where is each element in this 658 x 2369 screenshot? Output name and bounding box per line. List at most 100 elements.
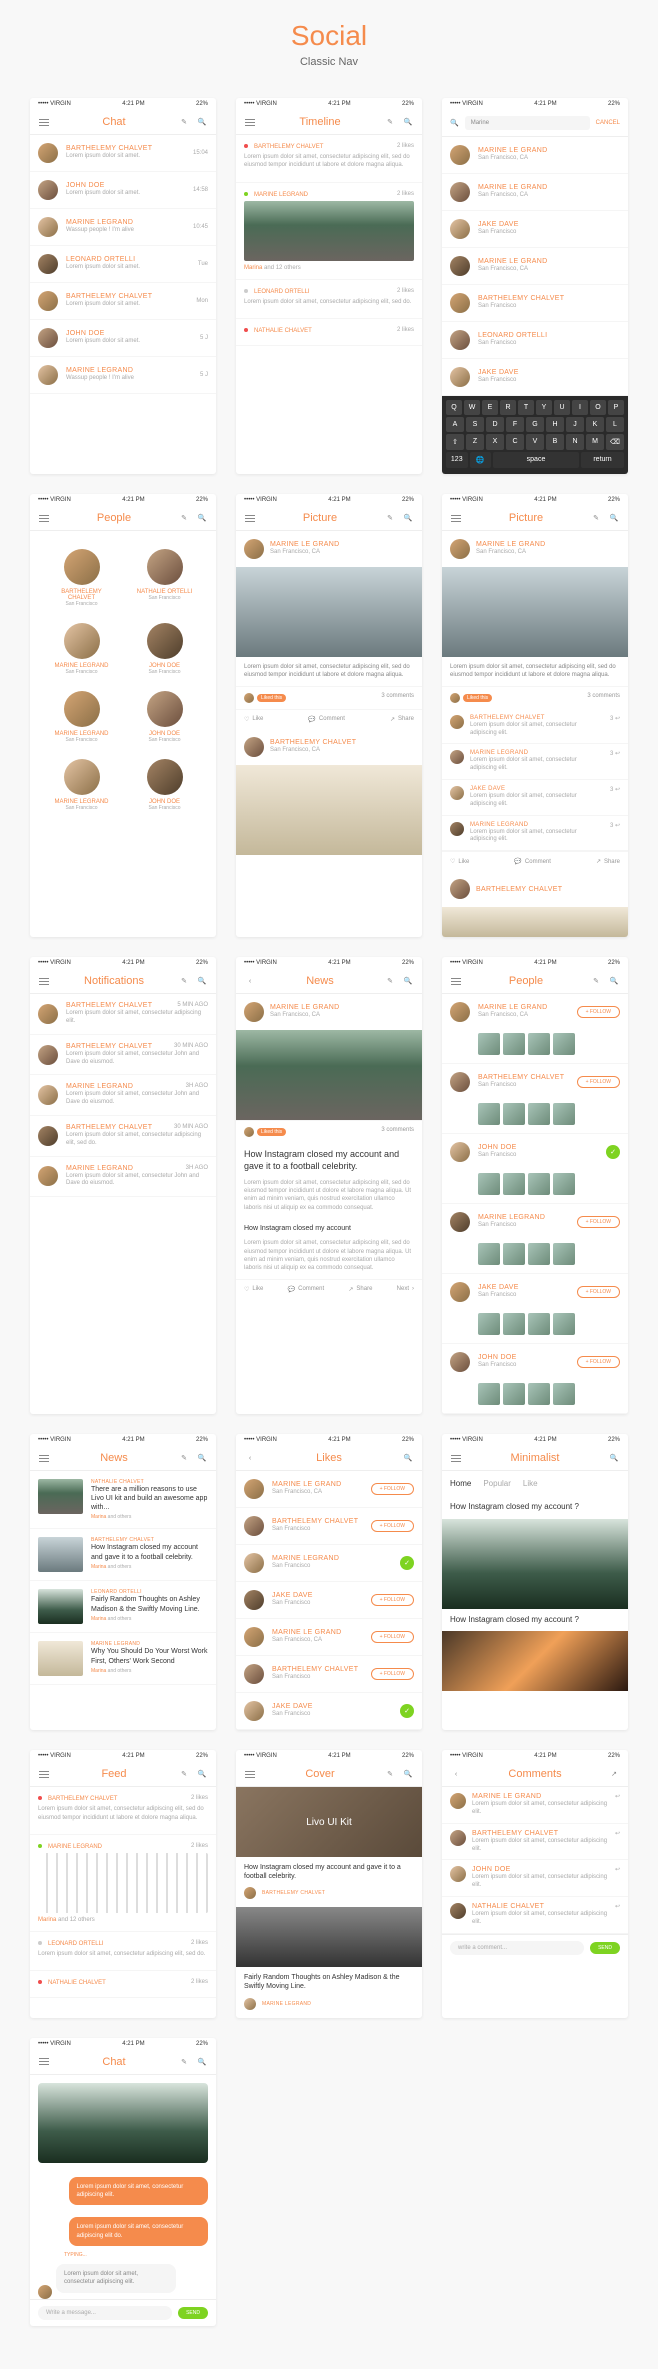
user-name[interactable]: LEONARD ORTELLI xyxy=(254,289,310,295)
avatar[interactable] xyxy=(64,759,100,795)
notification-row[interactable]: BARTHELEMY CHALVET30 MIN AGOLorem ipsum … xyxy=(30,1116,216,1157)
back-icon[interactable]: ‹ xyxy=(244,1452,256,1464)
avatar[interactable] xyxy=(38,143,58,163)
news-thumbnail[interactable] xyxy=(38,1479,83,1514)
user-name[interactable]: MARINE LE GRAND xyxy=(478,1004,569,1011)
share-button[interactable]: ↗ Share xyxy=(596,858,620,865)
article-title[interactable]: How Instagram closed my account and gave… xyxy=(236,1857,422,1887)
follow-button[interactable]: + FOLLOW xyxy=(371,1483,414,1495)
menu-icon[interactable] xyxy=(450,1452,462,1464)
post-image[interactable] xyxy=(442,1519,628,1609)
avatar[interactable] xyxy=(38,180,58,200)
chat-row[interactable]: MARINE LEGRANDWassup people ! I'm alive … xyxy=(30,357,216,394)
thumbnail[interactable] xyxy=(503,1173,525,1195)
news-row[interactable]: NATHALIE CHALVET There are a million rea… xyxy=(30,1471,216,1529)
kb-key[interactable]: Z xyxy=(466,434,484,450)
share-button[interactable]: ↗ Share xyxy=(390,716,414,723)
user-name[interactable]: JOHN DOE xyxy=(478,1354,569,1361)
thumbnail[interactable] xyxy=(528,1033,550,1055)
avatar[interactable] xyxy=(244,1590,264,1610)
user-name[interactable]: BARTHELEMY CHALVET xyxy=(470,715,604,721)
thumbnail[interactable] xyxy=(528,1243,550,1265)
thumbnail[interactable] xyxy=(478,1173,500,1195)
user-name[interactable]: JOHN DOE xyxy=(478,1144,598,1151)
search-result-row[interactable]: BARTHELEMY CHALVETSan Francisco xyxy=(442,285,628,322)
avatar[interactable] xyxy=(450,1142,470,1162)
user-name[interactable]: MARINE LE GRAND xyxy=(270,541,339,548)
compose-icon[interactable]: ✎ xyxy=(178,512,190,524)
search-icon[interactable]: 🔍 xyxy=(402,1452,414,1464)
user-name[interactable]: NATHALIE CHALVET xyxy=(472,1903,609,1910)
kb-key[interactable]: X xyxy=(486,434,504,450)
avatar[interactable] xyxy=(450,1830,466,1846)
follow-button[interactable]: + FOLLOW xyxy=(577,1076,620,1088)
menu-icon[interactable] xyxy=(38,1768,50,1780)
user-name[interactable]: MARINE LEGRAND xyxy=(272,1555,392,1562)
avatar[interactable] xyxy=(450,145,470,165)
user-name[interactable]: NATHALIE CHALVET xyxy=(48,1980,106,1986)
kb-key[interactable]: Q xyxy=(446,400,462,415)
comments-count[interactable]: 3 comments xyxy=(587,693,620,703)
thumbnail[interactable] xyxy=(478,1243,500,1265)
follow-button[interactable]: + FOLLOW xyxy=(371,1631,414,1643)
avatar[interactable] xyxy=(450,1903,466,1919)
cancel-button[interactable]: CANCEL xyxy=(596,120,620,126)
author-name[interactable]: MARINE LEGRAND xyxy=(262,2001,311,2007)
avatar[interactable] xyxy=(450,786,464,800)
people-card[interactable]: JOHN DOE San Francisco xyxy=(123,683,206,751)
avatar[interactable] xyxy=(450,293,470,313)
search-result-row[interactable]: MARINE LE GRANDSan Francisco, CA xyxy=(442,174,628,211)
kb-key[interactable]: D xyxy=(486,417,504,432)
avatar[interactable] xyxy=(147,549,183,585)
comments-count[interactable]: 3 comments xyxy=(381,693,414,703)
like-button[interactable]: ♡ Like xyxy=(450,858,469,865)
avatar[interactable] xyxy=(244,737,264,757)
user-name[interactable]: BARTHELEMY CHALVET xyxy=(472,1830,609,1837)
chat-row[interactable]: BARTHELEMY CHALVETLorem ipsum dolor sit … xyxy=(30,283,216,320)
avatar[interactable] xyxy=(147,759,183,795)
compose-icon[interactable]: ✎ xyxy=(178,1768,190,1780)
menu-icon[interactable] xyxy=(244,1768,256,1780)
reply-count[interactable]: 3 ↩ xyxy=(610,715,620,738)
thumbnail[interactable] xyxy=(528,1313,550,1335)
thumbnail[interactable] xyxy=(553,1313,575,1335)
thumbnail[interactable] xyxy=(528,1383,550,1405)
chat-row[interactable]: MARINE LEGRANDWassup people ! I'm alive … xyxy=(30,209,216,246)
menu-icon[interactable] xyxy=(38,116,50,128)
avatar[interactable] xyxy=(38,1126,58,1146)
avatar[interactable] xyxy=(38,365,58,385)
kb-key[interactable]: V xyxy=(526,434,544,450)
compose-icon[interactable]: ✎ xyxy=(178,116,190,128)
avatar[interactable] xyxy=(450,715,464,729)
avatar[interactable] xyxy=(450,879,470,899)
user-name[interactable]: BARTHELEMY CHALVET xyxy=(476,886,562,893)
menu-icon[interactable] xyxy=(244,512,256,524)
news-row[interactable]: LEONARD ORTELLI Fairly Random Thoughts o… xyxy=(30,1581,216,1633)
user-name[interactable]: MARINE LE GRAND xyxy=(270,1004,339,1011)
reply-button[interactable]: ↩ xyxy=(615,1866,620,1890)
timeline-image[interactable] xyxy=(244,201,414,261)
avatar[interactable] xyxy=(450,219,470,239)
search-icon[interactable]: 🔍 xyxy=(608,1452,620,1464)
back-icon[interactable]: ‹ xyxy=(450,1768,462,1780)
user-name[interactable]: BARTHELEMY CHALVET xyxy=(272,1666,363,1673)
message-input[interactable]: Write a message... xyxy=(38,2306,172,2320)
kb-key[interactable]: L xyxy=(606,417,624,432)
notification-row[interactable]: BARTHELEMY CHALVET5 MIN AGOLorem ipsum d… xyxy=(30,994,216,1035)
avatar[interactable] xyxy=(450,750,464,764)
thumbnail[interactable] xyxy=(503,1383,525,1405)
post-image[interactable] xyxy=(442,1631,628,1691)
compose-icon[interactable]: ✎ xyxy=(178,2056,190,2068)
thumbnail[interactable] xyxy=(478,1313,500,1335)
avatar[interactable] xyxy=(450,539,470,559)
compose-icon[interactable]: ✎ xyxy=(590,512,602,524)
author-link[interactable]: Marina xyxy=(38,1917,56,1923)
kb-key[interactable]: ⇧ xyxy=(446,434,464,450)
like-button[interactable]: ♡ Like xyxy=(244,1286,263,1293)
post-image[interactable] xyxy=(236,765,422,855)
liker-avatar[interactable] xyxy=(244,1127,254,1137)
send-button[interactable]: SEND xyxy=(590,1942,620,1954)
people-card[interactable]: JOHN DOE San Francisco xyxy=(123,751,206,819)
chat-image[interactable] xyxy=(38,2083,208,2163)
user-name[interactable]: BARTHELEMY CHALVET xyxy=(478,1074,569,1081)
